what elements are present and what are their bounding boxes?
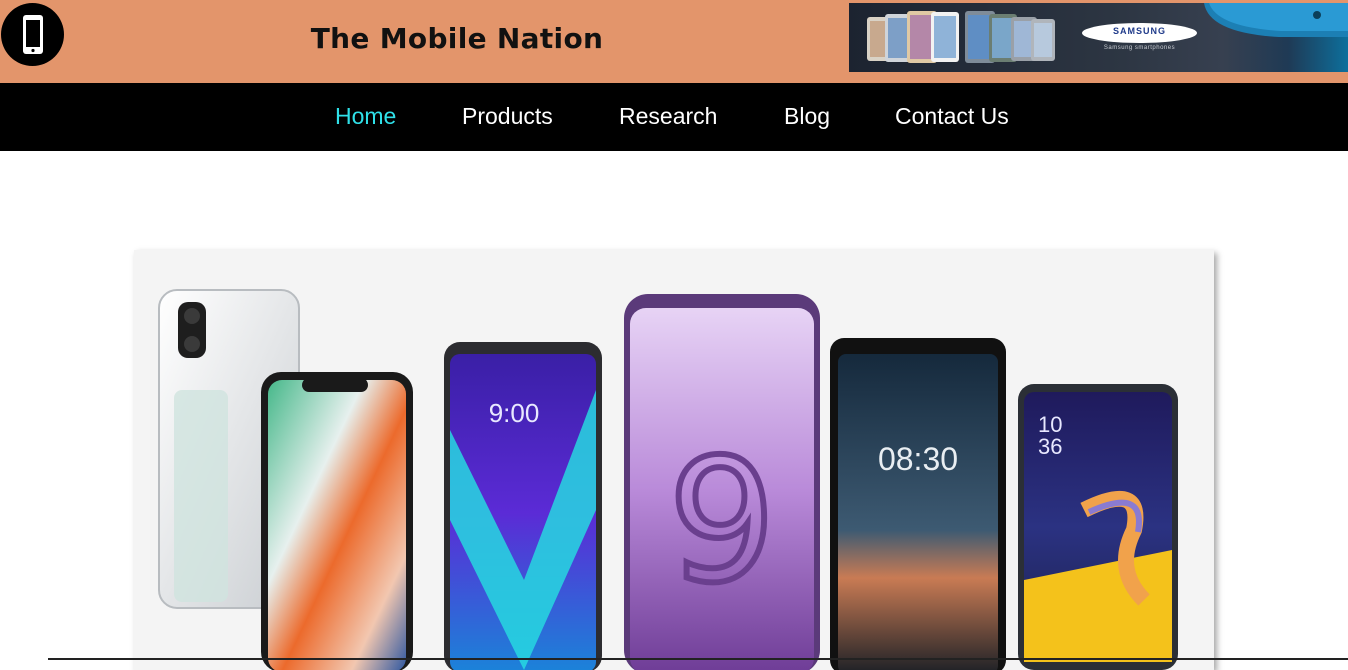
site-header: The Mobile Nation SAMSUNG Samsung smartp… bbox=[0, 0, 1348, 83]
nav-contact-us[interactable]: Contact Us bbox=[895, 103, 1009, 130]
nav-research[interactable]: Research bbox=[619, 103, 717, 130]
site-title: The Mobile Nation bbox=[310, 22, 604, 55]
banner-tagline: Samsung smartphones bbox=[1103, 45, 1176, 51]
nav-home[interactable]: Home bbox=[335, 103, 396, 130]
hero-phones-image: 9:00 9 08:30 10 36 bbox=[134, 250, 1214, 670]
banner-brand: SAMSUNG bbox=[1112, 26, 1166, 36]
samsung-banner[interactable]: SAMSUNG Samsung smartphones bbox=[849, 3, 1348, 72]
asus-minute-text: 36 bbox=[1038, 434, 1062, 459]
nokia-clock-text: 08:30 bbox=[878, 441, 958, 477]
nav-products[interactable]: Products bbox=[462, 103, 553, 130]
main-nav: Home Products Research Blog Contact Us bbox=[0, 83, 1348, 151]
s9-nine-text: 9 bbox=[668, 423, 776, 621]
lg-clock-text: 9:00 bbox=[489, 398, 540, 428]
nav-blog[interactable]: Blog bbox=[784, 103, 830, 130]
smartphones-illustration: 9:00 9 08:30 10 36 bbox=[158, 289, 1178, 670]
